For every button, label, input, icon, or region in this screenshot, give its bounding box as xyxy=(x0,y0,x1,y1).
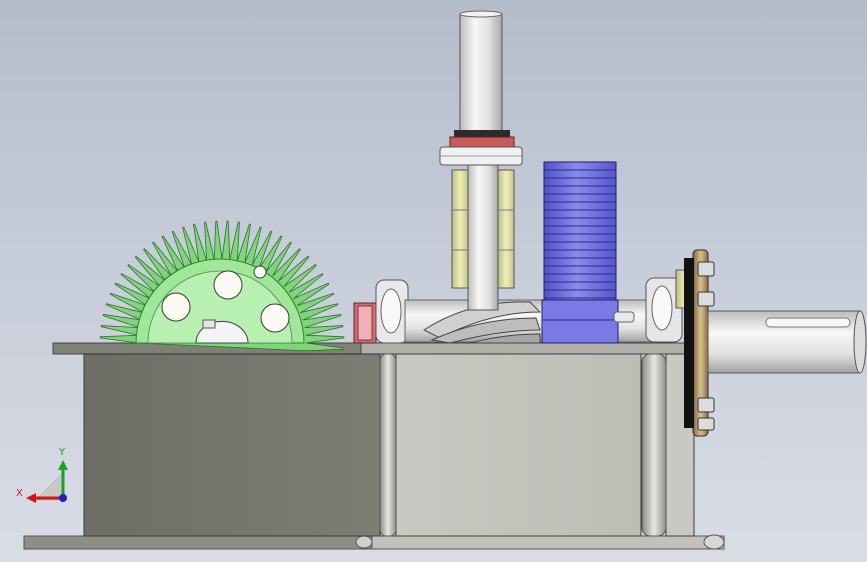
cad-viewport[interactable]: Y X xyxy=(0,0,867,562)
coordinate-triad: Y X xyxy=(16,447,68,503)
y-axis-head xyxy=(58,460,68,470)
x-axis-head xyxy=(26,493,36,503)
triad-plane xyxy=(35,473,63,501)
y-axis-label: Y xyxy=(58,447,66,458)
z-axis-dot xyxy=(59,494,67,502)
x-axis-label: X xyxy=(16,488,23,499)
